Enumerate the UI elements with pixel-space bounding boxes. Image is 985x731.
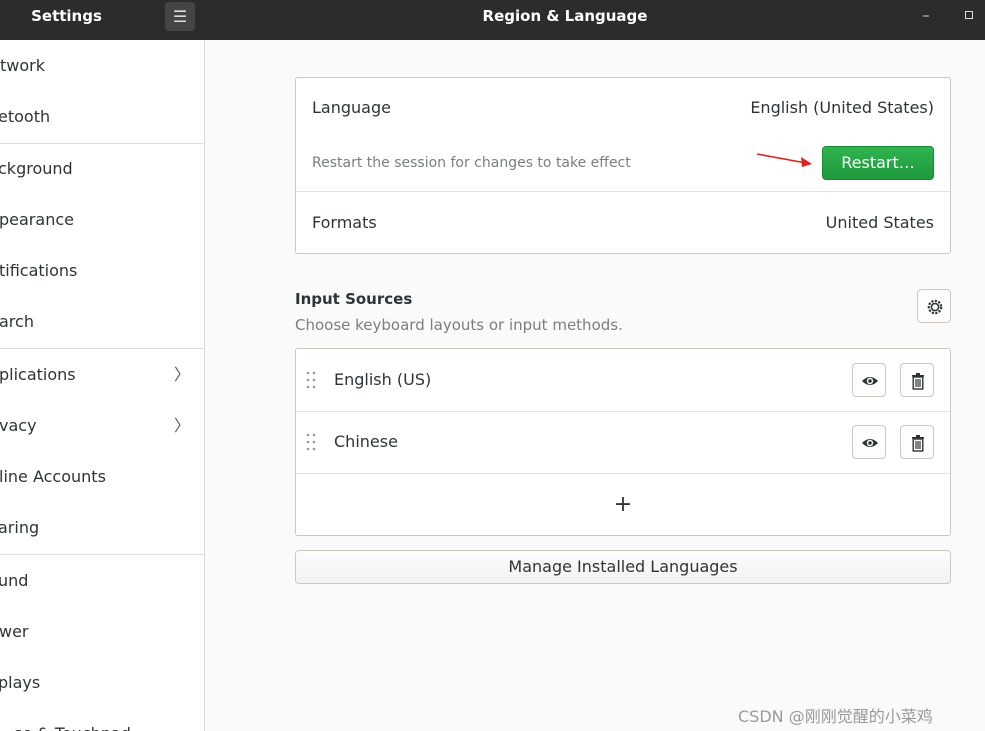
input-source-name: English (US) <box>334 370 432 389</box>
drag-handle-icon[interactable] <box>305 370 317 390</box>
input-source-name: Chinese <box>334 432 398 451</box>
sidebar-item-label: wer <box>0 622 29 641</box>
restart-hint: Restart the session for changes to take … <box>312 155 631 171</box>
sidebar-item-search[interactable]: arch <box>0 296 204 347</box>
chevron-right-icon: 〉 <box>174 365 191 384</box>
sidebar-item-sound[interactable]: und <box>0 555 204 606</box>
sidebar-item-mouse-touchpad[interactable]: se & Touchpad <box>0 708 204 731</box>
sidebar-item-label: ckground <box>0 159 73 178</box>
sidebar-item-sharing[interactable]: aring <box>0 502 204 553</box>
sidebar-item-background[interactable]: ckground <box>0 143 204 194</box>
remove-source-button[interactable] <box>900 425 934 459</box>
eye-icon <box>862 439 878 447</box>
input-sources-subtitle: Choose keyboard layouts or input methods… <box>295 316 623 334</box>
watermark: CSDN @刚刚觉醒的小菜鸡 <box>738 707 933 726</box>
sidebar-item-notifications[interactable]: tifications <box>0 245 204 296</box>
app-title: Settings <box>31 7 102 25</box>
trash-icon <box>912 373 924 390</box>
sidebar-item-label: vacy <box>0 416 37 435</box>
sidebar-item-privacy[interactable]: vacy 〉 <box>0 400 204 451</box>
language-value[interactable]: English (United States) <box>750 98 934 117</box>
preview-layout-button[interactable] <box>852 363 886 397</box>
sidebar-item-label: pearance <box>0 210 74 229</box>
row-divider <box>296 411 950 412</box>
manage-installed-languages-button[interactable]: Manage Installed Languages <box>295 550 951 584</box>
sidebar-item-label: aring <box>0 518 40 537</box>
annotation-arrow <box>756 153 812 167</box>
sidebar-item-power[interactable]: wer <box>0 606 204 657</box>
sidebar-item-label: etooth <box>0 107 51 126</box>
formats-value[interactable]: United States <box>826 213 934 232</box>
chevron-right-icon: 〉 <box>174 416 191 435</box>
sidebar-item-displays[interactable]: plays <box>0 657 204 708</box>
sidebar-item-label: und <box>0 571 29 590</box>
sidebar-item-label: tifications <box>0 261 78 280</box>
sidebar-item-network[interactable]: twork <box>0 40 204 91</box>
maximize-button[interactable] <box>965 11 973 19</box>
sidebar-item-online-accounts[interactable]: line Accounts <box>0 451 204 502</box>
eye-icon <box>862 377 878 385</box>
trash-icon <box>912 435 924 452</box>
sidebar-item-label: twork <box>0 56 45 75</box>
sidebar-item-label: line Accounts <box>0 467 106 486</box>
language-label: Language <box>312 98 391 117</box>
gear-icon <box>927 299 943 315</box>
add-input-source-button[interactable]: + <box>296 474 950 535</box>
restart-button[interactable]: Restart… <box>822 146 934 180</box>
sidebar-item-bluetooth[interactable]: etooth <box>0 91 204 142</box>
sidebar-item-label: plays <box>0 673 41 692</box>
sidebar-item-label: plications <box>0 365 76 384</box>
sidebar-item-applications[interactable]: plications 〉 <box>0 349 204 400</box>
sidebar-item-appearance[interactable]: pearance <box>0 194 204 245</box>
formats-label: Formats <box>312 213 377 232</box>
hamburger-menu-icon[interactable]: ☰ <box>165 2 195 31</box>
header-bar: Settings ☰ Region & Language – <box>0 0 985 40</box>
preview-layout-button[interactable] <box>852 425 886 459</box>
row-divider <box>296 191 950 192</box>
minimize-button[interactable]: – <box>918 6 934 26</box>
page-title: Region & Language <box>482 7 648 25</box>
input-sources-options-button[interactable] <box>917 289 951 323</box>
sidebar-item-label: arch <box>0 312 34 331</box>
remove-source-button[interactable] <box>900 363 934 397</box>
sidebar: twork etooth ckground pearance tificatio… <box>0 40 205 731</box>
sidebar-item-label: se & Touchpad <box>14 708 131 731</box>
drag-handle-icon[interactable] <box>305 432 317 452</box>
input-sources-title: Input Sources <box>295 290 413 308</box>
